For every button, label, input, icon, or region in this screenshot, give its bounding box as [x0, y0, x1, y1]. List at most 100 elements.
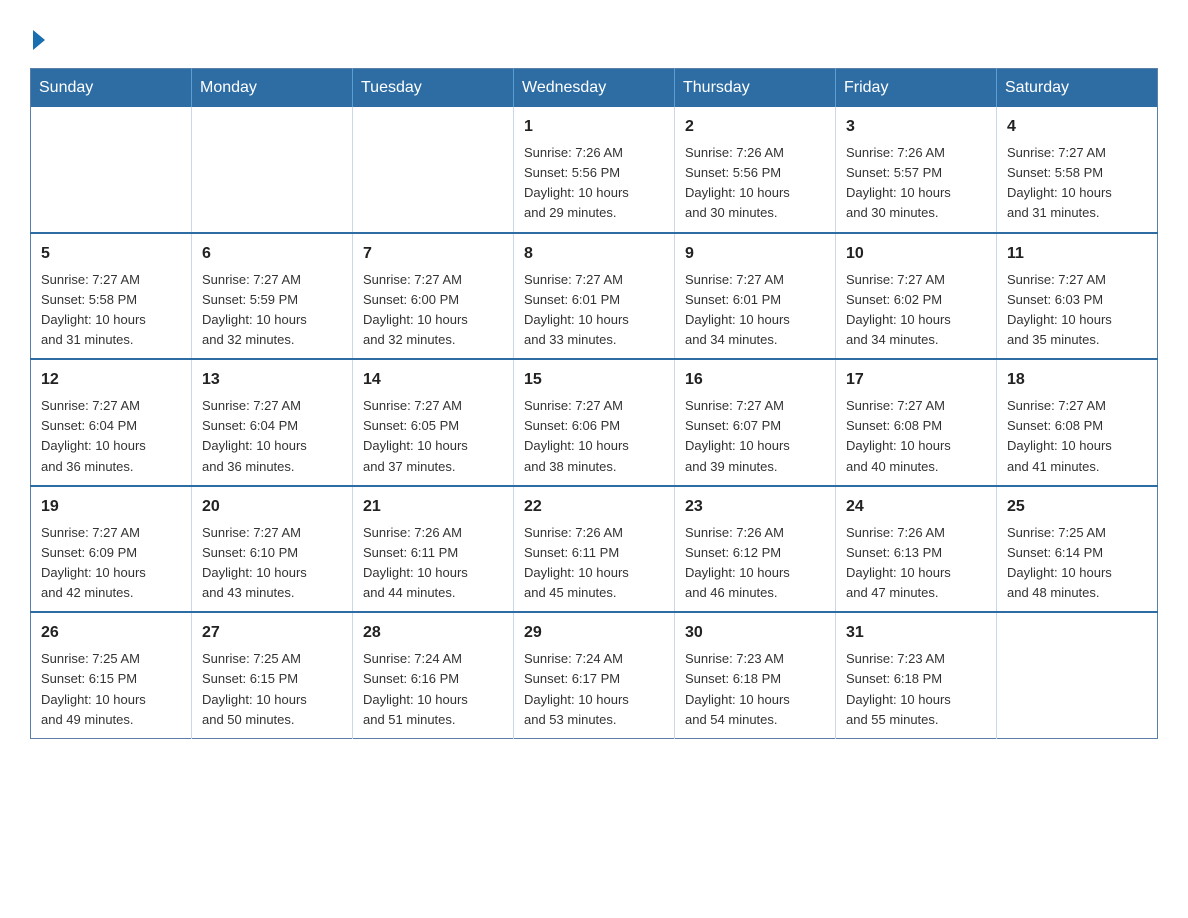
day-info: Sunrise: 7:27 AM Sunset: 5:58 PM Dayligh… — [1007, 143, 1147, 224]
calendar-day-cell: 31 Sunrise: 7:23 AM Sunset: 6:18 PM Dayli… — [836, 612, 997, 738]
day-of-week-header: Monday — [192, 69, 353, 108]
calendar-day-cell — [997, 612, 1158, 738]
calendar-week-row: 12 Sunrise: 7:27 AM Sunset: 6:04 PM Dayli… — [31, 359, 1158, 486]
day-info: Sunrise: 7:27 AM Sunset: 6:00 PM Dayligh… — [363, 270, 503, 351]
day-info: Sunrise: 7:27 AM Sunset: 6:04 PM Dayligh… — [202, 396, 342, 477]
calendar-day-cell: 2 Sunrise: 7:26 AM Sunset: 5:56 PM Daylig… — [675, 107, 836, 233]
calendar-day-cell — [353, 107, 514, 233]
day-number: 31 — [846, 621, 986, 645]
day-number: 30 — [685, 621, 825, 645]
calendar-week-row: 5 Sunrise: 7:27 AM Sunset: 5:58 PM Daylig… — [31, 233, 1158, 360]
day-number: 27 — [202, 621, 342, 645]
day-of-week-header: Thursday — [675, 69, 836, 108]
day-info: Sunrise: 7:23 AM Sunset: 6:18 PM Dayligh… — [846, 649, 986, 730]
day-number: 24 — [846, 495, 986, 519]
day-number: 2 — [685, 115, 825, 139]
day-number: 4 — [1007, 115, 1147, 139]
day-info: Sunrise: 7:27 AM Sunset: 6:07 PM Dayligh… — [685, 396, 825, 477]
calendar-day-cell: 9 Sunrise: 7:27 AM Sunset: 6:01 PM Daylig… — [675, 233, 836, 360]
day-number: 21 — [363, 495, 503, 519]
day-info: Sunrise: 7:27 AM Sunset: 6:05 PM Dayligh… — [363, 396, 503, 477]
day-info: Sunrise: 7:23 AM Sunset: 6:18 PM Dayligh… — [685, 649, 825, 730]
day-info: Sunrise: 7:27 AM Sunset: 6:09 PM Dayligh… — [41, 523, 181, 604]
calendar-day-cell: 28 Sunrise: 7:24 AM Sunset: 6:16 PM Dayli… — [353, 612, 514, 738]
day-number: 13 — [202, 368, 342, 392]
day-number: 3 — [846, 115, 986, 139]
calendar-header: SundayMondayTuesdayWednesdayThursdayFrid… — [31, 69, 1158, 108]
day-info: Sunrise: 7:27 AM Sunset: 6:01 PM Dayligh… — [685, 270, 825, 351]
day-info: Sunrise: 7:24 AM Sunset: 6:16 PM Dayligh… — [363, 649, 503, 730]
day-number: 15 — [524, 368, 664, 392]
logo — [30, 20, 45, 48]
day-info: Sunrise: 7:27 AM Sunset: 6:04 PM Dayligh… — [41, 396, 181, 477]
day-number: 28 — [363, 621, 503, 645]
day-number: 17 — [846, 368, 986, 392]
day-info: Sunrise: 7:26 AM Sunset: 6:11 PM Dayligh… — [363, 523, 503, 604]
calendar-week-row: 19 Sunrise: 7:27 AM Sunset: 6:09 PM Dayli… — [31, 486, 1158, 613]
day-info: Sunrise: 7:26 AM Sunset: 6:11 PM Dayligh… — [524, 523, 664, 604]
calendar-day-cell — [31, 107, 192, 233]
calendar-day-cell: 7 Sunrise: 7:27 AM Sunset: 6:00 PM Daylig… — [353, 233, 514, 360]
calendar-day-cell: 8 Sunrise: 7:27 AM Sunset: 6:01 PM Daylig… — [514, 233, 675, 360]
day-number: 10 — [846, 242, 986, 266]
day-info: Sunrise: 7:27 AM Sunset: 6:01 PM Dayligh… — [524, 270, 664, 351]
day-info: Sunrise: 7:27 AM Sunset: 6:10 PM Dayligh… — [202, 523, 342, 604]
day-number: 12 — [41, 368, 181, 392]
day-number: 8 — [524, 242, 664, 266]
day-number: 16 — [685, 368, 825, 392]
calendar-day-cell: 24Sunrise: 7:26 AM Sunset: 6:13 PM Dayli… — [836, 486, 997, 613]
day-info: Sunrise: 7:26 AM Sunset: 5:56 PM Dayligh… — [524, 143, 664, 224]
day-info: Sunrise: 7:26 AM Sunset: 6:12 PM Dayligh… — [685, 523, 825, 604]
day-number: 20 — [202, 495, 342, 519]
day-number: 5 — [41, 242, 181, 266]
calendar-day-cell: 29 Sunrise: 7:24 AM Sunset: 6:17 PM Dayli… — [514, 612, 675, 738]
calendar-week-row: 26 Sunrise: 7:25 AM Sunset: 6:15 PM Dayli… — [31, 612, 1158, 738]
calendar-day-cell: 6 Sunrise: 7:27 AM Sunset: 5:59 PM Daylig… — [192, 233, 353, 360]
calendar-day-cell: 25 Sunrise: 7:25 AM Sunset: 6:14 PM Dayli… — [997, 486, 1158, 613]
day-number: 22 — [524, 495, 664, 519]
day-number: 23 — [685, 495, 825, 519]
calendar-day-cell: 15 Sunrise: 7:27 AM Sunset: 6:06 PM Dayli… — [514, 359, 675, 486]
logo-arrow-icon — [33, 30, 45, 50]
calendar-day-cell: 30 Sunrise: 7:23 AM Sunset: 6:18 PM Dayli… — [675, 612, 836, 738]
page-header — [30, 20, 1158, 48]
day-of-week-header: Saturday — [997, 69, 1158, 108]
day-info: Sunrise: 7:25 AM Sunset: 6:14 PM Dayligh… — [1007, 523, 1147, 604]
day-number: 18 — [1007, 368, 1147, 392]
calendar-day-cell: 22 Sunrise: 7:26 AM Sunset: 6:11 PM Dayli… — [514, 486, 675, 613]
day-info: Sunrise: 7:27 AM Sunset: 6:02 PM Dayligh… — [846, 270, 986, 351]
day-number: 6 — [202, 242, 342, 266]
day-info: Sunrise: 7:27 AM Sunset: 6:08 PM Dayligh… — [1007, 396, 1147, 477]
day-number: 29 — [524, 621, 664, 645]
day-info: Sunrise: 7:27 AM Sunset: 5:59 PM Dayligh… — [202, 270, 342, 351]
calendar-day-cell: 3Sunrise: 7:26 AM Sunset: 5:57 PM Daylig… — [836, 107, 997, 233]
day-info: Sunrise: 7:27 AM Sunset: 5:58 PM Dayligh… — [41, 270, 181, 351]
calendar-day-cell: 27 Sunrise: 7:25 AM Sunset: 6:15 PM Dayli… — [192, 612, 353, 738]
calendar-day-cell: 5 Sunrise: 7:27 AM Sunset: 5:58 PM Daylig… — [31, 233, 192, 360]
day-number: 7 — [363, 242, 503, 266]
logo-blue-text — [30, 30, 45, 48]
calendar-day-cell: 4 Sunrise: 7:27 AM Sunset: 5:58 PM Daylig… — [997, 107, 1158, 233]
day-info: Sunrise: 7:27 AM Sunset: 6:03 PM Dayligh… — [1007, 270, 1147, 351]
calendar-day-cell: 14 Sunrise: 7:27 AM Sunset: 6:05 PM Dayli… — [353, 359, 514, 486]
day-info: Sunrise: 7:25 AM Sunset: 6:15 PM Dayligh… — [202, 649, 342, 730]
calendar-day-cell: 10 Sunrise: 7:27 AM Sunset: 6:02 PM Dayli… — [836, 233, 997, 360]
day-number: 19 — [41, 495, 181, 519]
calendar-day-cell: 21 Sunrise: 7:26 AM Sunset: 6:11 PM Dayli… — [353, 486, 514, 613]
day-number: 14 — [363, 368, 503, 392]
calendar-day-cell: 19 Sunrise: 7:27 AM Sunset: 6:09 PM Dayli… — [31, 486, 192, 613]
day-number: 11 — [1007, 242, 1147, 266]
calendar-day-cell: 16 Sunrise: 7:27 AM Sunset: 6:07 PM Dayli… — [675, 359, 836, 486]
day-info: Sunrise: 7:24 AM Sunset: 6:17 PM Dayligh… — [524, 649, 664, 730]
day-number: 9 — [685, 242, 825, 266]
day-info: Sunrise: 7:26 AM Sunset: 5:56 PM Dayligh… — [685, 143, 825, 224]
calendar-day-cell: 18 Sunrise: 7:27 AM Sunset: 6:08 PM Dayli… — [997, 359, 1158, 486]
day-of-week-header: Tuesday — [353, 69, 514, 108]
calendar-day-cell: 11 Sunrise: 7:27 AM Sunset: 6:03 PM Dayli… — [997, 233, 1158, 360]
day-info: Sunrise: 7:25 AM Sunset: 6:15 PM Dayligh… — [41, 649, 181, 730]
day-number: 26 — [41, 621, 181, 645]
day-of-week-header: Wednesday — [514, 69, 675, 108]
day-of-week-header: Sunday — [31, 69, 192, 108]
day-info: Sunrise: 7:27 AM Sunset: 6:06 PM Dayligh… — [524, 396, 664, 477]
day-number: 25 — [1007, 495, 1147, 519]
